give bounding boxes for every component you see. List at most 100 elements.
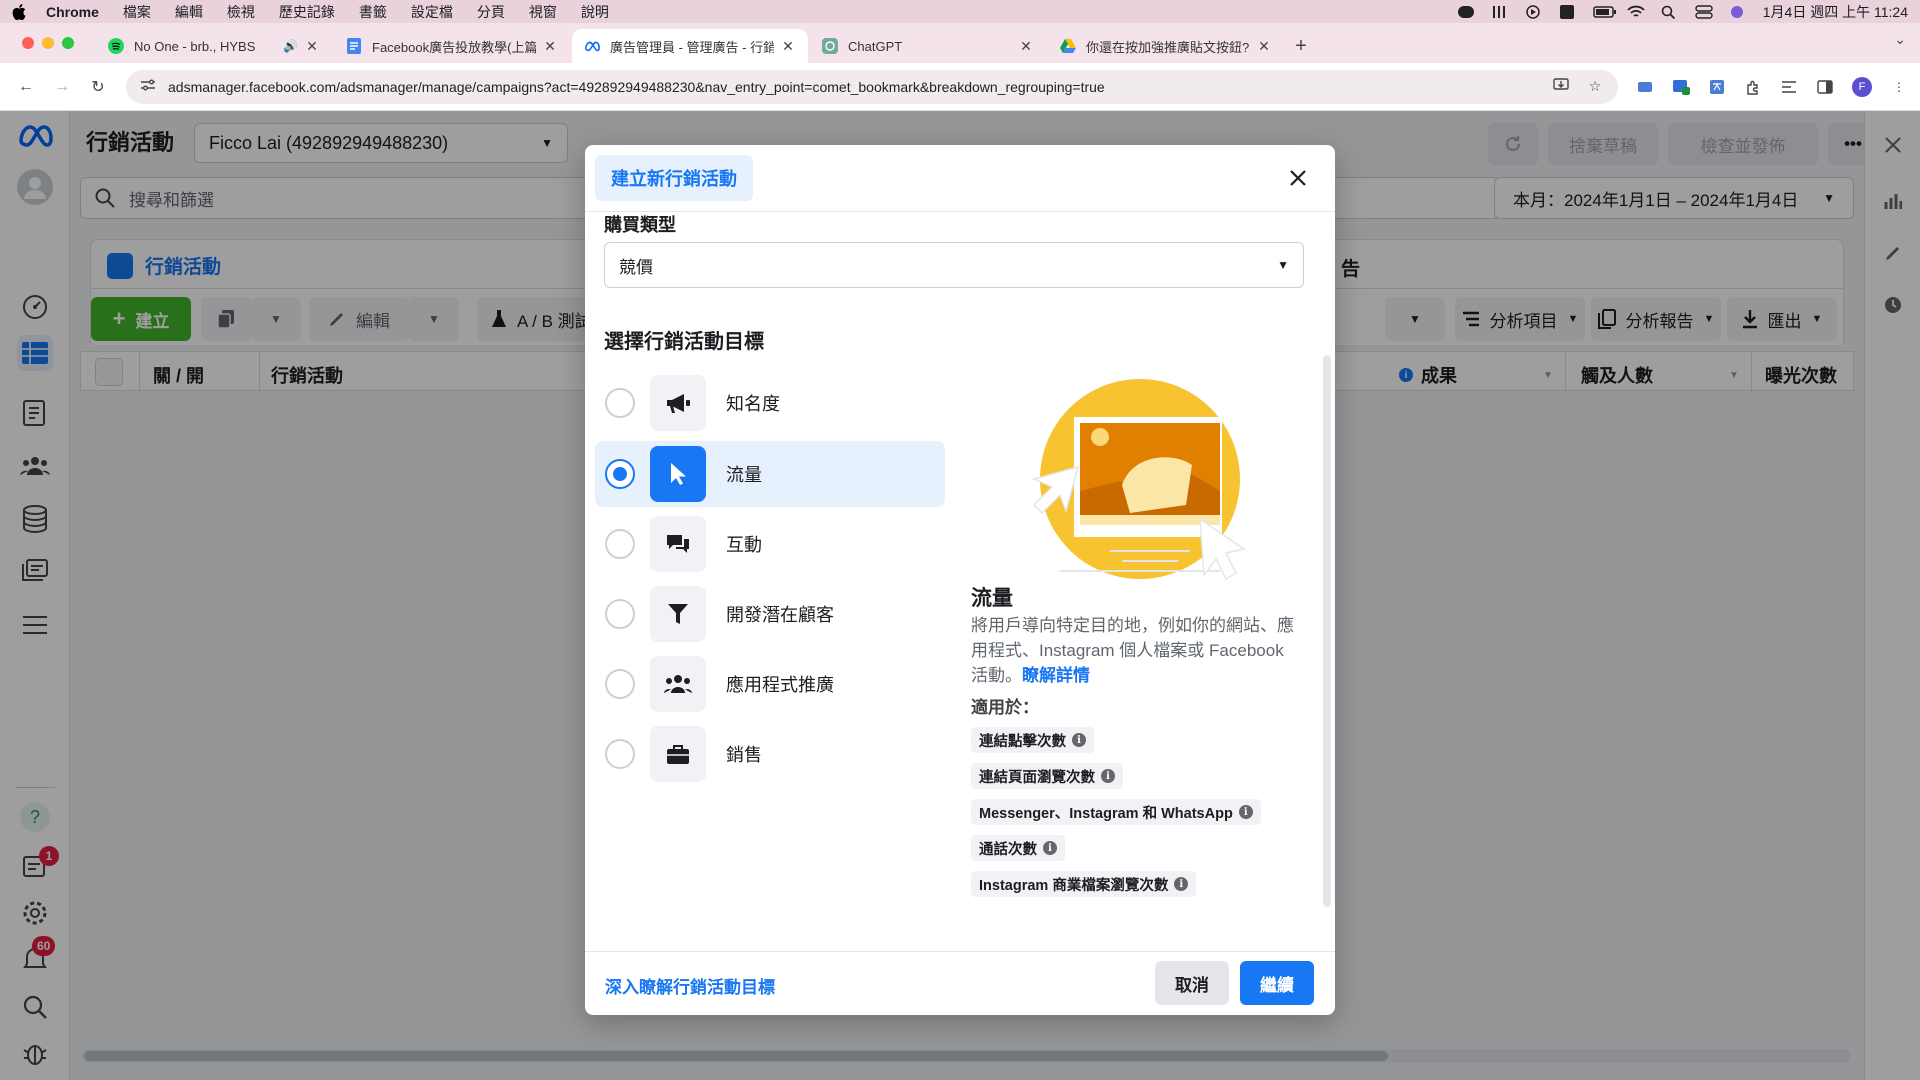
radio-dot xyxy=(613,467,627,481)
close-tab-icon[interactable]: ✕ xyxy=(1018,38,1034,55)
browser-tab-drive[interactable]: 你還在按加強推廣貼文按鈕? ✕ xyxy=(1048,29,1284,63)
zoom-window-button[interactable] xyxy=(62,37,74,49)
tab-title: 你還在按加強推廣貼文按鈕? xyxy=(1086,39,1250,55)
objective-radio[interactable] xyxy=(605,599,635,629)
objective-radio-selected[interactable] xyxy=(605,459,635,489)
objective-option-sales[interactable]: 銷售 xyxy=(595,721,945,787)
menu-history[interactable]: 歷史記錄 xyxy=(279,2,335,22)
macos-menubar: Chrome 檔案 編輯 檢視 歷史記錄 書籤 設定檔 分頁 視窗 說明 1月4… xyxy=(0,0,1920,23)
menu-tab[interactable]: 分頁 xyxy=(477,2,505,22)
info-icon[interactable]: i xyxy=(1072,733,1086,747)
url-text: adsmanager.facebook.com/adsmanager/manag… xyxy=(168,78,1105,95)
info-icon[interactable]: i xyxy=(1101,769,1115,783)
menu-bookmarks[interactable]: 書籤 xyxy=(359,2,387,22)
speaker-icon[interactable]: 🔊 xyxy=(283,39,298,53)
menu-profiles[interactable]: 設定檔 xyxy=(411,2,453,22)
objective-option-app-promotion[interactable]: 應用程式推廣 xyxy=(595,651,945,717)
buy-type-select[interactable]: 競價 ▼ xyxy=(604,242,1304,288)
profile-avatar[interactable]: F xyxy=(1852,76,1872,97)
buy-type-value: 競價 xyxy=(619,257,653,277)
extension-icon-2[interactable] xyxy=(1672,78,1690,96)
menu-window[interactable]: 視窗 xyxy=(529,2,557,22)
info-icon[interactable]: i xyxy=(1043,841,1057,855)
line-icon[interactable] xyxy=(1457,5,1474,19)
side-panel-icon[interactable] xyxy=(1816,78,1834,96)
site-settings-icon[interactable] xyxy=(140,78,156,95)
menu-edit[interactable]: 編輯 xyxy=(175,2,203,22)
objective-option-leads[interactable]: 開發潛在顧客 xyxy=(595,581,945,647)
objective-option-awareness[interactable]: 知名度 xyxy=(595,370,945,436)
create-campaign-dialog: 建立新行銷活動 購買類型 競價 ▼ 選擇行銷活動目標 知名度 流量 互動 開發潛 xyxy=(585,145,1335,1015)
objective-label: 互動 xyxy=(726,535,762,555)
close-tab-icon[interactable]: ✕ xyxy=(780,38,796,55)
briefcase-icon xyxy=(650,726,706,782)
battery-icon[interactable] xyxy=(1593,5,1616,19)
menu-view[interactable]: 檢視 xyxy=(227,2,255,22)
objective-option-traffic[interactable]: 流量 xyxy=(595,441,945,507)
back-button[interactable]: ← xyxy=(12,73,40,101)
objective-radio[interactable] xyxy=(605,388,635,418)
objective-label: 流量 xyxy=(726,465,762,485)
reading-list-icon[interactable] xyxy=(1780,78,1798,96)
people-icon xyxy=(650,656,706,712)
chrome-menu-icon[interactable]: ⋮ xyxy=(1890,78,1908,96)
metric-chip: 連結點擊次數 i xyxy=(971,727,1094,753)
reload-button[interactable]: ↻ xyxy=(84,73,112,101)
cancel-button[interactable]: 取消 xyxy=(1155,961,1229,1005)
control-center-icon[interactable] xyxy=(1695,4,1713,19)
objective-radio[interactable] xyxy=(605,529,635,559)
bookmark-star-icon[interactable]: ☆ xyxy=(1586,78,1604,95)
menu-file[interactable]: 檔案 xyxy=(123,2,151,22)
forward-button[interactable]: → xyxy=(48,73,76,101)
extensions-puzzle-icon[interactable] xyxy=(1744,78,1762,96)
browser-tab-docs[interactable]: Facebook廣告投放教學(上篇)： ✕ xyxy=(334,29,570,63)
menu-app-name[interactable]: Chrome xyxy=(46,4,99,20)
traffic-illustration xyxy=(1031,379,1246,581)
info-icon[interactable]: i xyxy=(1174,877,1189,891)
applies-to-label: 適用於： xyxy=(971,698,1039,717)
close-dialog-button[interactable] xyxy=(1283,163,1313,193)
tab-title: 廣告管理員 - 管理廣告 - 行銷活 xyxy=(610,39,774,55)
minimize-window-button[interactable] xyxy=(42,37,54,49)
dialog-scrollbar[interactable] xyxy=(1323,355,1331,907)
metric-chip: Instagram 商業檔案瀏覽次數 i xyxy=(971,871,1197,897)
menubar-clock[interactable]: 1月4日 週四 上午 11:24 xyxy=(1763,2,1908,22)
chevron-down-icon: ▼ xyxy=(1277,258,1289,272)
tab-search-chevron-icon[interactable]: ⌄ xyxy=(1894,31,1906,48)
browser-toolbar: ← → ↻ adsmanager.facebook.com/adsmanager… xyxy=(0,63,1920,111)
objective-radio[interactable] xyxy=(605,739,635,769)
close-tab-icon[interactable]: ✕ xyxy=(304,38,320,55)
close-tab-icon[interactable]: ✕ xyxy=(542,38,558,55)
objective-label: 開發潛在顧客 xyxy=(726,605,834,625)
objective-option-engagement[interactable]: 互動 xyxy=(595,511,945,577)
new-tab-button[interactable]: + xyxy=(1286,29,1316,63)
info-icon[interactable]: i xyxy=(1238,805,1253,819)
objective-label: 知名度 xyxy=(726,394,780,414)
objective-radio[interactable] xyxy=(605,669,635,699)
install-app-icon[interactable] xyxy=(1552,78,1570,95)
continue-button[interactable]: 繼續 xyxy=(1240,961,1314,1005)
close-window-button[interactable] xyxy=(22,37,34,49)
browser-tab-strip: No One - brb., HYBS 🔊 ✕ Facebook廣告投放教學(上… xyxy=(0,23,1920,63)
learn-more-link[interactable]: 瞭解詳情 xyxy=(1022,666,1090,685)
play-icon[interactable] xyxy=(1525,4,1541,19)
extensions-area: F ⋮ xyxy=(1636,76,1908,97)
siri-icon[interactable] xyxy=(1729,5,1745,19)
tuning-icon[interactable] xyxy=(1491,5,1507,19)
apple-icon[interactable] xyxy=(12,3,28,20)
meta-icon xyxy=(584,38,600,54)
filter-icon xyxy=(650,586,706,642)
translate-extension-icon[interactable] xyxy=(1708,78,1726,96)
tab-title: No One - brb., HYBS xyxy=(134,38,256,54)
menu-help[interactable]: 說明 xyxy=(581,2,609,22)
browser-tab-spotify[interactable]: No One - brb., HYBS 🔊 ✕ xyxy=(96,29,332,63)
spotlight-icon[interactable] xyxy=(1661,5,1677,19)
browser-tab-ads-manager[interactable]: 廣告管理員 - 管理廣告 - 行銷活 ✕ xyxy=(572,29,808,63)
address-bar[interactable]: adsmanager.facebook.com/adsmanager/manag… xyxy=(126,69,1618,104)
close-tab-icon[interactable]: ✕ xyxy=(1256,38,1272,55)
browser-tab-chatgpt[interactable]: ChatGPT ✕ xyxy=(810,29,1046,63)
learn-about-objectives-link[interactable]: 深入瞭解行銷活動目標 xyxy=(605,973,775,998)
input-method-icon[interactable] xyxy=(1559,4,1575,19)
wifi-icon[interactable] xyxy=(1627,5,1645,19)
extension-icon-1[interactable] xyxy=(1636,78,1654,96)
